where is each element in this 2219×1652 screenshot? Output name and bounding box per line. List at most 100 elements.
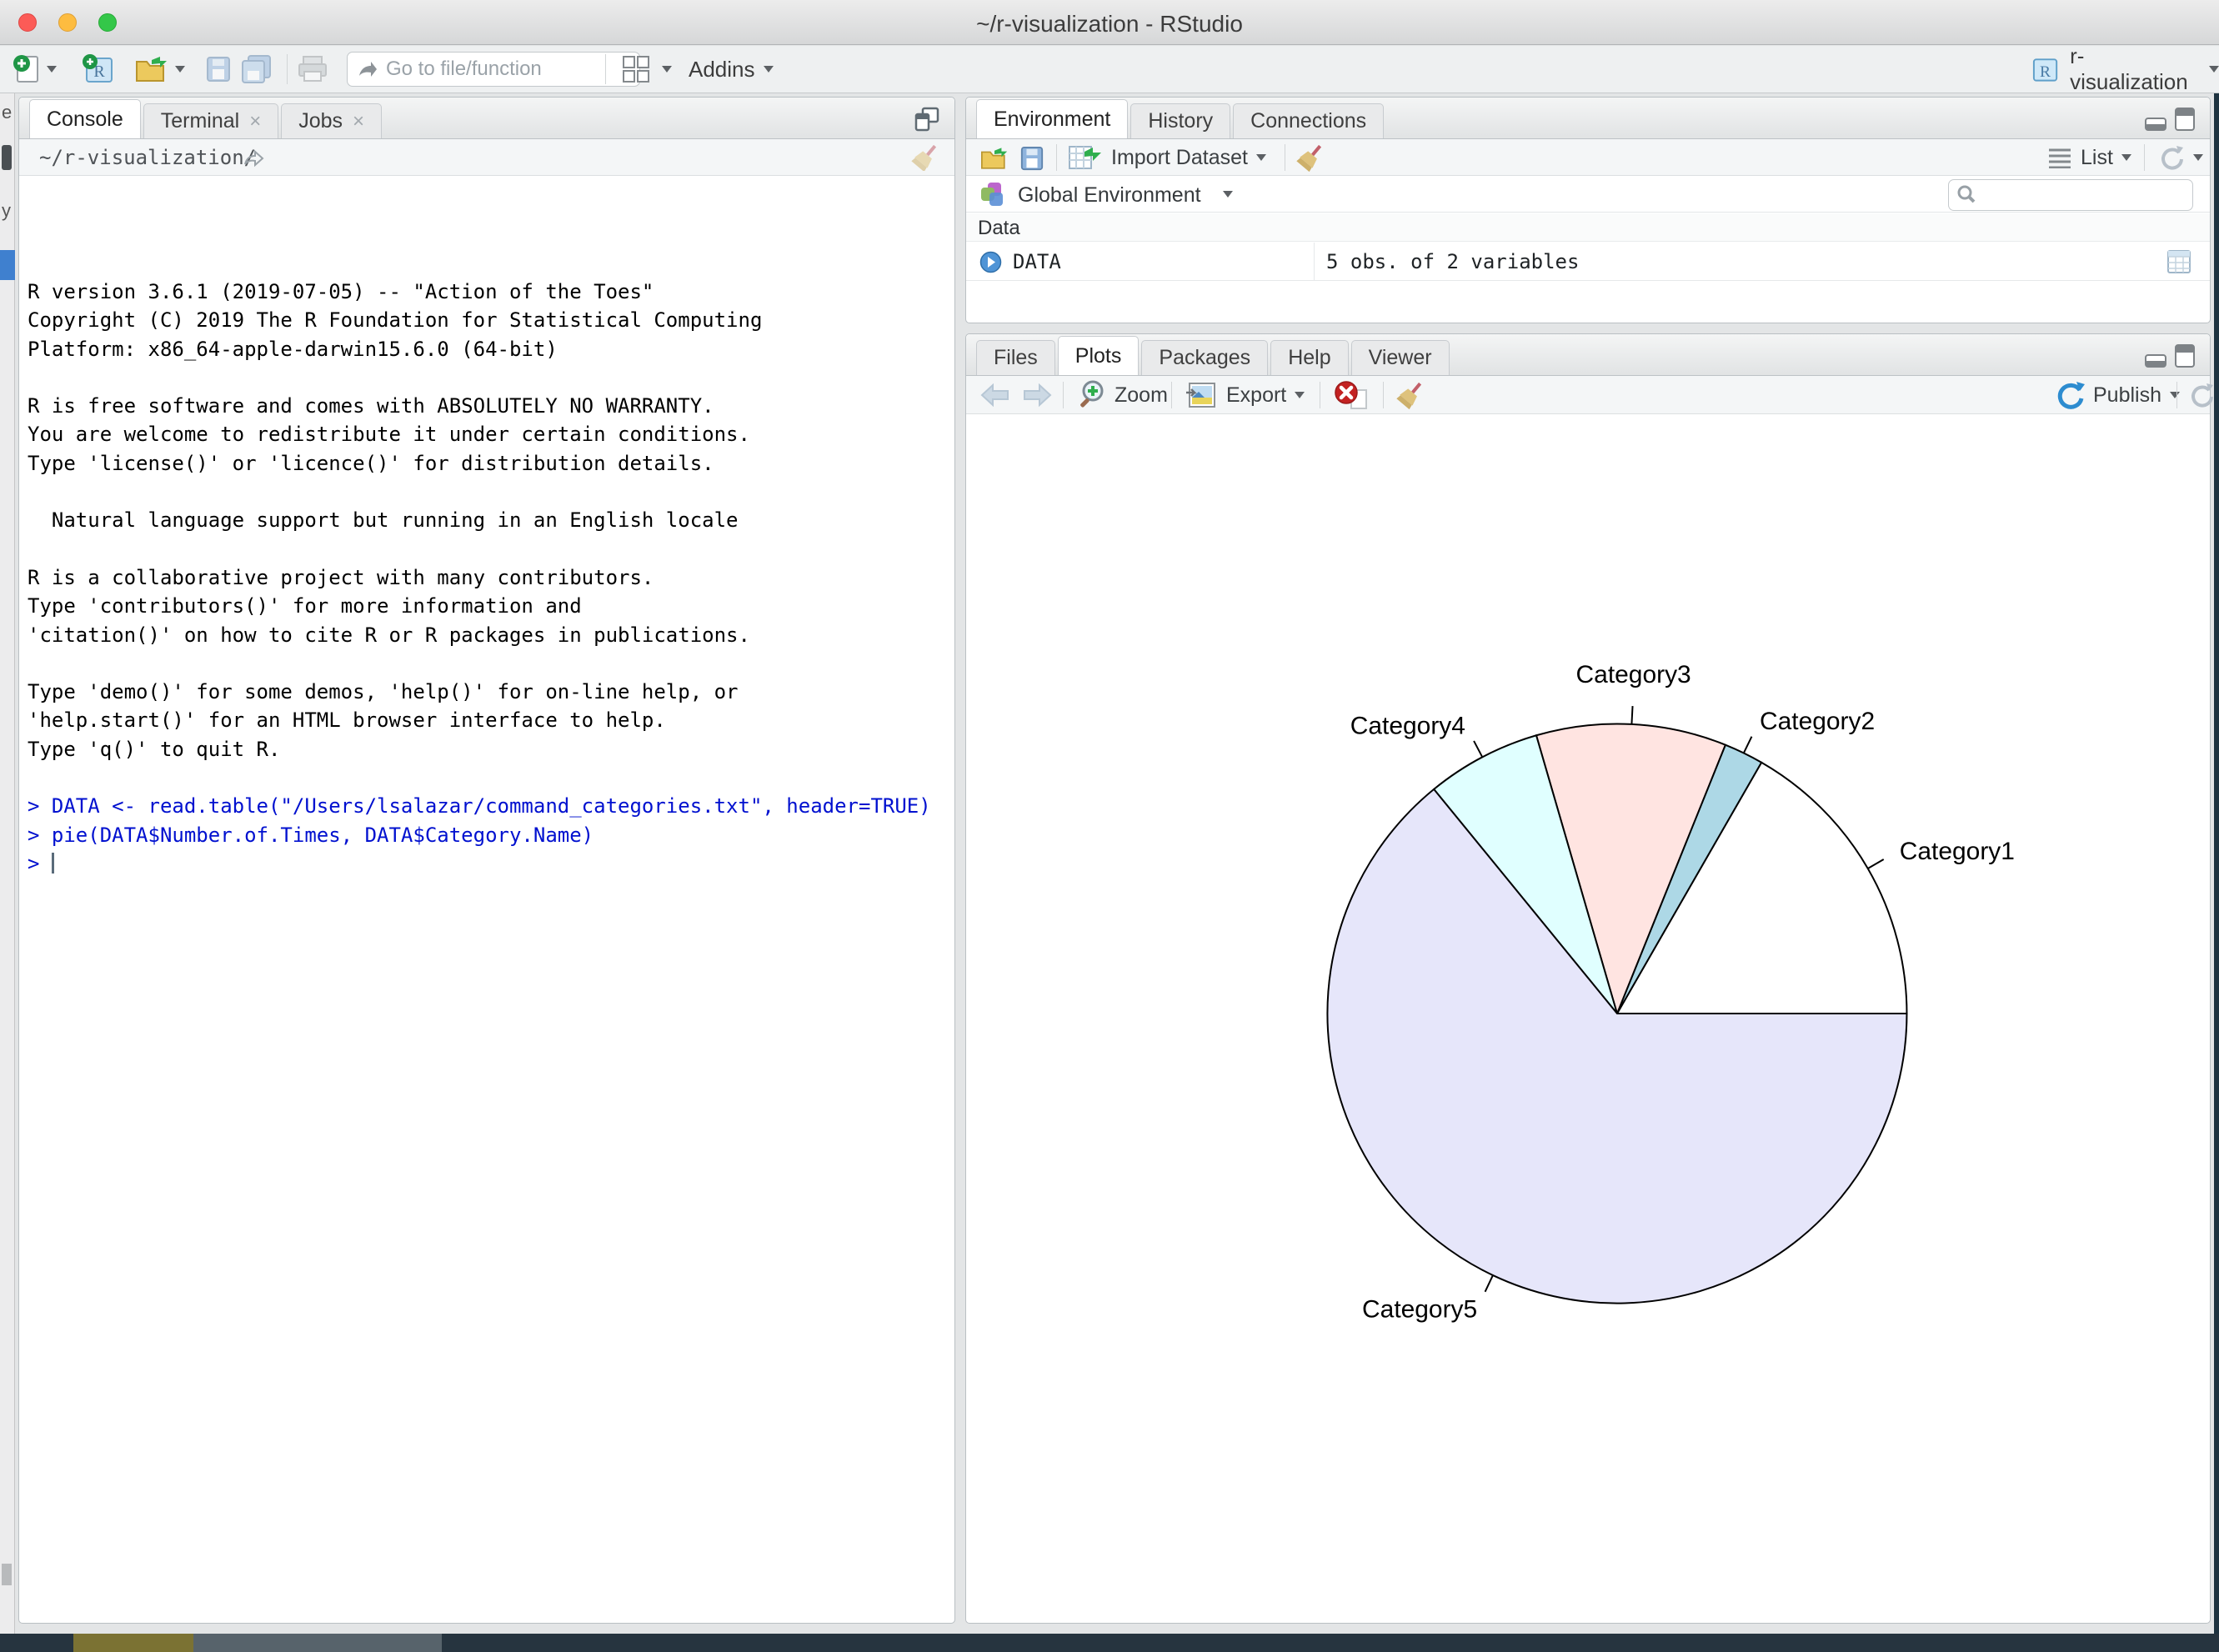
console-line: Natural language support but running in … — [28, 506, 944, 534]
open-folder-icon — [133, 53, 170, 85]
console-subbar: ~/r-visualization/ — [19, 139, 954, 176]
background-window-strip: e y — [0, 93, 15, 1634]
toolbar-separator — [605, 54, 606, 84]
environment-section-label: Data — [978, 217, 1020, 240]
load-workspace-icon[interactable] — [978, 145, 1011, 172]
environment-search-container — [1948, 179, 2193, 211]
environment-scope-row: Global Environment — [966, 176, 2210, 213]
close-tab-icon[interactable]: × — [353, 110, 364, 133]
tab-console[interactable]: Console — [29, 99, 141, 138]
toolbar-separator — [2144, 144, 2145, 171]
tab-jobs-label: Jobs — [298, 109, 343, 133]
desktop-strip-fragment — [73, 1634, 193, 1652]
tab-console-label: Console — [47, 108, 123, 132]
pane-layout-button[interactable] — [620, 53, 672, 86]
refresh-plot-icon[interactable] — [2186, 380, 2216, 410]
environment-view-mode-button[interactable]: List — [2047, 141, 2131, 174]
import-dataset-button[interactable]: Import Dataset — [1068, 141, 1266, 174]
clear-all-plots-broom-icon[interactable] — [1396, 381, 1425, 409]
refresh-environment-button[interactable] — [2156, 141, 2203, 174]
console-line — [28, 363, 944, 392]
save-button[interactable] — [205, 53, 232, 86]
addins-button[interactable]: Addins — [689, 53, 774, 86]
project-cube-icon: R — [2031, 54, 2060, 84]
pane-layout-caret-icon — [662, 66, 672, 73]
pie-label-tick — [1474, 741, 1482, 757]
new-file-button[interactable] — [12, 53, 57, 86]
main-toolbar: R Addins R r-visualiza — [0, 46, 2219, 93]
new-project-button[interactable]: R — [80, 53, 117, 86]
previous-plot-icon[interactable] — [979, 383, 1011, 407]
publish-caret-icon — [2170, 392, 2180, 398]
tab-terminal-label: Terminal — [161, 109, 239, 133]
goto-file-input[interactable] — [347, 52, 640, 87]
project-name-label: r-visualization — [2070, 43, 2199, 95]
zoom-plot-button[interactable]: Zoom — [1076, 378, 1168, 412]
desktop-strip-fragment — [193, 1634, 442, 1652]
tab-jobs[interactable]: Jobs × — [281, 103, 382, 138]
pie-label-category3: Category3 — [1576, 661, 1691, 688]
tab-terminal[interactable]: Terminal × — [143, 103, 279, 138]
tab-viewer[interactable]: Viewer — [1351, 340, 1450, 375]
next-plot-icon[interactable] — [1021, 383, 1053, 407]
tab-history[interactable]: History — [1130, 103, 1230, 138]
column-divider — [1314, 243, 1315, 281]
save-all-button[interactable] — [240, 53, 273, 86]
print-button[interactable] — [297, 53, 328, 86]
new-file-icon — [12, 53, 42, 85]
object-name: DATA — [1013, 250, 1061, 273]
background-window-fragment — [0, 250, 15, 280]
minimize-pane-icon[interactable] — [2145, 354, 2166, 368]
maximize-pane-icon[interactable] — [2175, 108, 2195, 131]
console-line: R is a collaborative project with many c… — [28, 563, 944, 592]
environment-section-header: Data — [966, 213, 2210, 242]
environment-toolbar: Import Dataset List — [966, 139, 2210, 176]
toolbar-separator — [1056, 144, 1057, 171]
environment-object-row[interactable]: DATA 5 obs. of 2 variables — [966, 243, 2210, 281]
console-output-area[interactable]: R version 3.6.1 (2019-07-05) -- "Action … — [19, 176, 954, 1623]
toolbar-separator — [1063, 382, 1064, 408]
expand-object-icon[interactable] — [979, 251, 1002, 273]
popout-pane-button[interactable] — [913, 106, 941, 137]
tab-plots[interactable]: Plots — [1058, 336, 1140, 375]
environment-search-input[interactable] — [1948, 179, 2193, 211]
tab-help[interactable]: Help — [1270, 340, 1348, 375]
publish-icon — [2055, 380, 2085, 410]
print-icon — [297, 55, 328, 83]
window-title: ~/r-visualization - RStudio — [0, 11, 2219, 38]
goto-directory-icon[interactable] — [243, 148, 266, 168]
refresh-caret-icon — [2193, 154, 2203, 161]
tab-files-label: Files — [994, 346, 1038, 370]
zoom-magnifier-icon — [1076, 379, 1106, 411]
maximize-pane-icon[interactable] — [2175, 344, 2195, 368]
background-window-fragment: y — [2, 200, 11, 222]
close-tab-icon[interactable]: × — [249, 110, 261, 133]
view-table-icon[interactable] — [2166, 249, 2191, 274]
new-project-icon: R — [80, 52, 117, 87]
clear-environment-broom-icon[interactable] — [1296, 143, 1325, 172]
environment-scope-label[interactable]: Global Environment — [1018, 183, 1201, 208]
tab-connections[interactable]: Connections — [1233, 103, 1384, 138]
remove-plot-button[interactable] — [1333, 380, 1370, 414]
search-icon — [1956, 184, 1976, 204]
working-directory-label: ~/r-visualization/ — [39, 146, 256, 169]
export-plot-button[interactable]: Export — [1185, 378, 1305, 412]
console-pane: Console Terminal × Jobs × ~/r-visualizatio… — [18, 97, 955, 1624]
goto-file-container — [347, 53, 640, 86]
tab-packages[interactable]: Packages — [1141, 340, 1268, 375]
console-tabbar: Console Terminal × Jobs × — [19, 98, 954, 139]
open-file-button[interactable] — [133, 53, 185, 86]
tab-environment[interactable]: Environment — [976, 99, 1128, 138]
console-line: Type 'demo()' for some demos, 'help()' f… — [28, 678, 944, 706]
save-workspace-icon[interactable] — [1019, 145, 1044, 172]
import-dataset-label: Import Dataset — [1111, 146, 1248, 170]
tab-files[interactable]: Files — [976, 340, 1055, 375]
clear-console-broom-icon[interactable] — [911, 144, 939, 171]
console-line: > pie(DATA$Number.of.Times, DATA$Categor… — [28, 821, 944, 849]
pie-label-category1: Category1 — [1900, 838, 2015, 865]
console-line: R version 3.6.1 (2019-07-05) -- "Action … — [28, 278, 944, 306]
publish-plot-button[interactable]: Publish — [2055, 378, 2180, 412]
console-line — [28, 649, 944, 678]
minimize-pane-icon[interactable] — [2145, 118, 2166, 131]
project-menu-button[interactable]: R r-visualization — [2031, 53, 2219, 86]
